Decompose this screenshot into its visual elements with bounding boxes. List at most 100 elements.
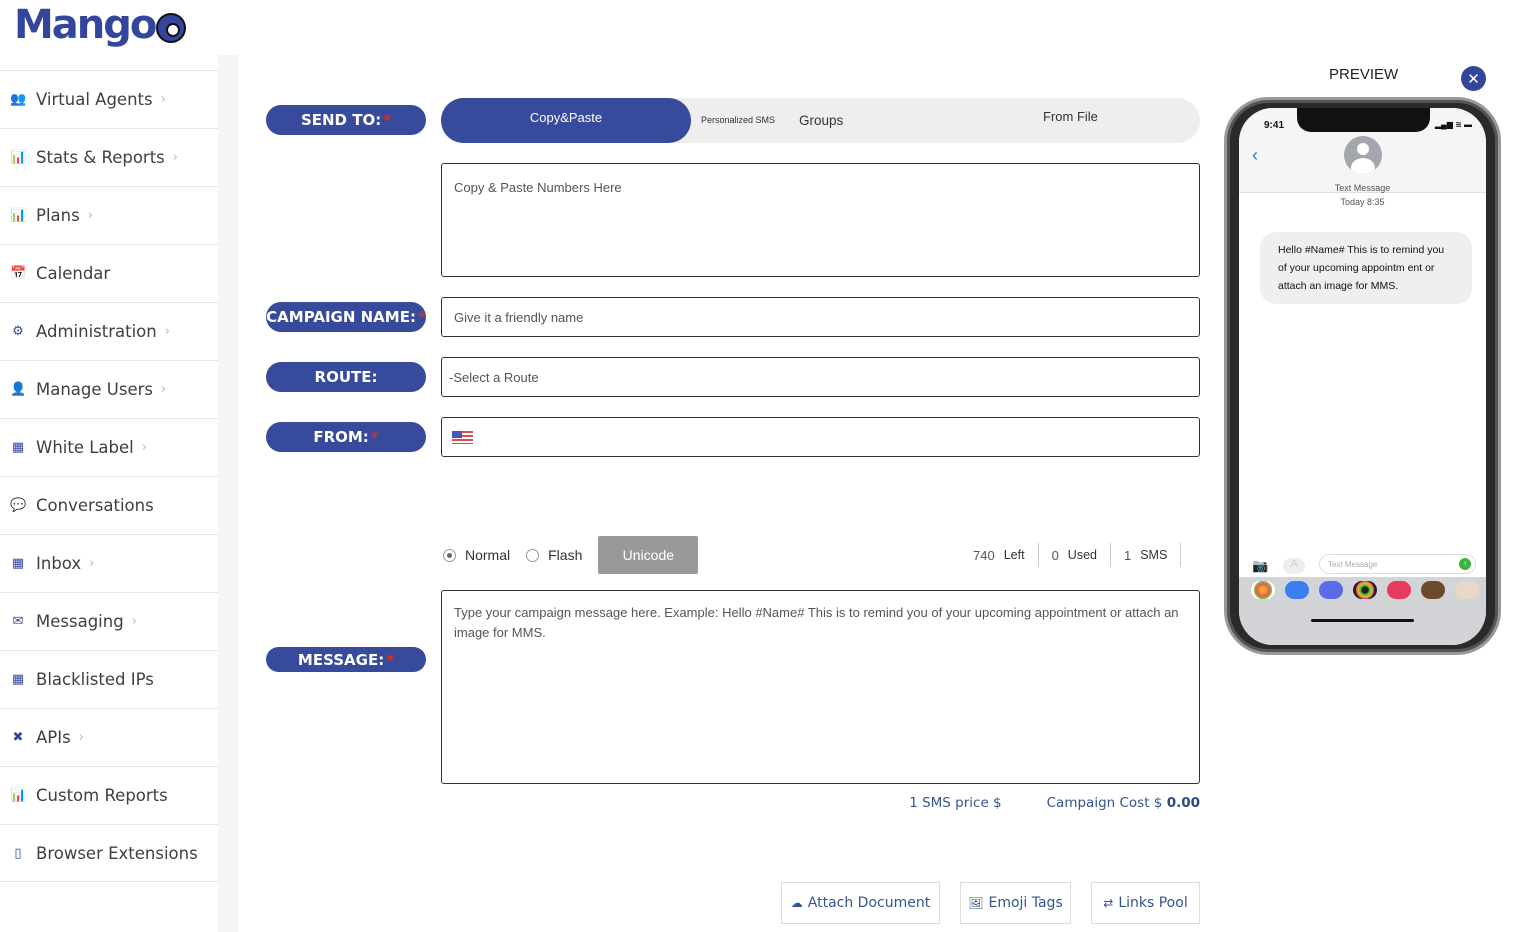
chevron-right-icon: › [161,382,167,397]
route-label-text: ROUTE: [314,368,378,386]
sidebar-item-label: Administration [36,322,157,341]
sidebar-item-label: Browser Extensions [36,843,198,863]
image-icon: 🖼 [968,896,984,910]
required-marker: * [386,650,395,669]
close-icon: ✕ [1467,70,1480,88]
links-pool-button[interactable]: ⇄ Links Pool [1091,882,1200,924]
sidebar-item-messaging[interactable]: ✉ Messaging › [0,592,218,650]
counter-used: 0 Used [1039,543,1111,567]
campaign-name-label-text: CAMPAIGN NAME: [266,308,416,326]
sidebar-item-custom-reports[interactable]: 📊 Custom Reports [0,766,218,824]
emoji-tags-button[interactable]: 🖼 Emoji Tags [960,882,1071,924]
counter-left-value: 740 [973,547,995,563]
sidebar-item-administration[interactable]: ⚙ Administration › [0,302,218,360]
calendar-icon: 📅 [10,266,27,281]
comments-icon: 💬 [10,498,27,513]
message-label-text: MESSAGE: [297,650,385,669]
sidebar-item-white-label[interactable]: ▦ White Label › [0,418,218,476]
sidebar-item-label: Inbox [36,554,82,573]
counter-sms-label: SMS [1140,548,1168,562]
radio-unchecked-icon[interactable] [526,548,540,562]
sidebar: 👥 Virtual Agents › 📊 Stats & Reports › 📊 Plans ›… [0,70,218,882]
memoji-app-icon [1421,581,1445,599]
tab-groups[interactable]: Groups [799,113,843,128]
tab-copy-paste[interactable]: Copy&Paste [441,98,691,143]
message-textarea[interactable]: Type your campaign message here. Example… [441,590,1200,784]
message-counters: 740 Left 0 Used 1 SMS [960,543,1182,567]
sidebar-item-manage-users[interactable]: 👤 Manage Users › [0,360,218,418]
sidebar-item-stats-reports[interactable]: 📊 Stats & Reports › [0,128,218,186]
tab-from-file[interactable]: From File [1043,109,1098,124]
audio-app-icon [1319,581,1343,599]
sidebar-item-calendar[interactable]: 📅 Calendar [0,244,218,302]
sidebar-item-blacklisted-ips[interactable]: ▦ Blacklisted IPs [0,650,218,708]
required-marker: * [383,111,392,129]
user-tie-icon: 👤 [10,382,27,397]
preview-title: PREVIEW [1329,66,1399,83]
camera-icon: 📷 [1252,558,1269,573]
radio-flash-label: Flash [548,547,583,563]
from-label: FROM: * [266,422,426,452]
route-label: ROUTE: [266,362,426,392]
phone-time: 9:41 [1264,120,1285,131]
sidebar-item-virtual-agents[interactable]: 👥 Virtual Agents › [0,70,218,128]
sidebar-item-label: Virtual Agents [36,90,153,109]
phone-compose-area: 📷 A Text Message ↑ [1239,553,1486,645]
links-pool-label: Links Pool [1118,895,1188,911]
send-to-tabs: Copy&Paste Personalized SMS Groups From … [441,98,1200,143]
sidebar-item-label: Plans [36,206,80,225]
send-icon: ↑ [1459,558,1471,570]
counter-sms: 1 SMS [1111,543,1182,567]
campaign-name-label: CAMPAIGN NAME: * [266,302,426,332]
sidebar-item-label: Custom Reports [36,786,168,805]
appstore-app-icon [1285,581,1309,599]
radio-normal-label: Normal [465,547,511,563]
sidebar-item-plans[interactable]: 📊 Plans › [0,186,218,244]
sidebar-item-label: Conversations [36,496,154,515]
sidebar-item-browser-extensions[interactable]: ▯ Browser Extensions [0,824,218,882]
phone-input-placeholder: Text Message [1328,560,1378,569]
signal-wifi-battery-icon: ▂▄▆ ≋ ▬ [1434,120,1472,129]
radio-normal[interactable]: Normal [443,547,510,563]
envelope-icon: ✉ [12,614,24,629]
sidebar-item-label: APIs [36,728,71,747]
contact-time: Today 8:35 [1340,197,1385,207]
route-select[interactable]: -Select a Route [441,357,1200,397]
radio-flash[interactable]: Flash [526,547,582,563]
sidebar-item-label: Messaging [36,612,124,631]
users-icon: 👥 [10,92,27,107]
back-icon: ‹ [1252,145,1258,165]
tab-personalized-sms[interactable]: Personalized SMS [701,115,775,125]
search-app-icon [1387,581,1411,599]
sidebar-item-apis[interactable]: ✖ APIs › [0,708,218,766]
required-marker: * [417,308,426,326]
phone-screen: 9:41 ▂▄▆ ≋ ▬ ‹ Text Message Today 8:35 H… [1239,108,1486,645]
attach-document-label: Attach Document [807,895,931,911]
radio-checked-icon[interactable] [443,548,456,562]
memoji-stickers-icon [1455,581,1479,599]
chevron-right-icon: › [160,92,166,107]
us-flag-icon[interactable] [452,430,473,444]
send-to-label: SEND TO: * [266,105,426,135]
sidebar-item-conversations[interactable]: 💬 Conversations [0,476,218,534]
message-bubble: Hello #Name# This is to remind you of yo… [1260,232,1472,304]
attach-document-button[interactable]: ☁ Attach Document [781,882,940,924]
chevron-right-icon: › [87,208,93,223]
from-input[interactable] [441,417,1200,457]
photos-app-icon [1251,581,1275,599]
bar-chart-icon: 📊 [10,208,27,223]
gears-icon: ⚙ [12,324,24,339]
imessage-app-tray [1239,577,1486,645]
phone-notch [1297,108,1430,132]
bar-chart-icon: 📊 [10,788,27,803]
unicode-button[interactable]: Unicode [598,536,699,574]
campaign-name-input[interactable]: Give it a friendly name [441,297,1200,337]
sidebar-item-inbox[interactable]: ▦ Inbox › [0,534,218,592]
brand-logo[interactable]: Mango [14,0,187,50]
numbers-textarea[interactable]: Copy & Paste Numbers Here [441,163,1200,277]
message-placeholder: Type your campaign message here. Example… [454,605,1179,640]
message-label: MESSAGE: * [266,647,426,672]
close-preview-button[interactable]: ✕ [1461,66,1486,91]
chevron-right-icon: › [164,324,170,339]
sms-price-label: 1 SMS price $ [909,795,1002,811]
